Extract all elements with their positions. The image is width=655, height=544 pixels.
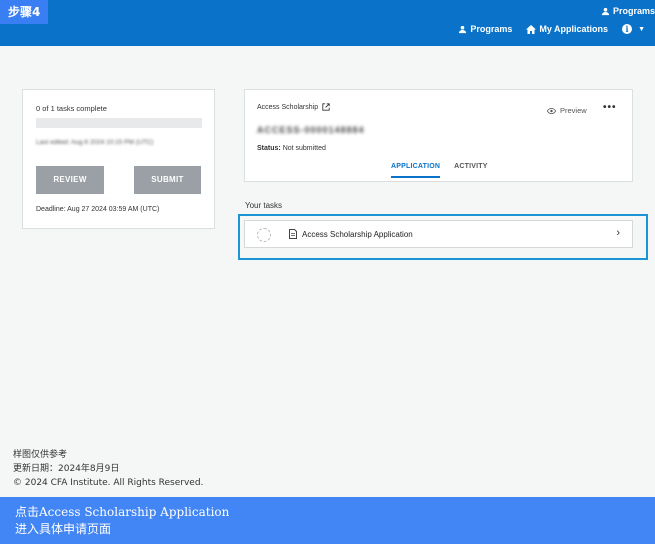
programs-link-cut[interactable]: Programs xyxy=(601,6,655,16)
program-name: Access Scholarship xyxy=(257,103,319,111)
instruction-line-1: 点击Access Scholarship Application xyxy=(15,505,230,519)
nav-programs[interactable]: Programs xyxy=(458,24,512,34)
application-card: Access Scholarship Preview ••• ACCESS-00… xyxy=(244,89,633,182)
deadline-text: Deadline: Aug 27 2024 03:59 AM (UTC) xyxy=(36,206,160,213)
status-value: Not submitted xyxy=(282,145,326,152)
preview-label: Preview xyxy=(560,106,587,115)
nav-my-applications[interactable]: My Applications xyxy=(526,24,608,34)
preview-button[interactable]: Preview xyxy=(547,106,587,115)
your-tasks-heading: Your tasks xyxy=(245,201,283,210)
users-icon xyxy=(459,25,467,33)
footer-update-date: 更新日期：2024年8月9日 xyxy=(13,464,120,474)
last-edited-text: Last edited: Aug 8 2024 10:15 PM (UTC) xyxy=(36,139,154,146)
programs-cut-label: Programs xyxy=(612,6,655,16)
info-icon: i xyxy=(622,24,633,34)
document-icon xyxy=(289,229,297,239)
application-id: ACCESS-0000148884 xyxy=(257,125,365,135)
users-icon xyxy=(601,7,610,15)
home-icon xyxy=(526,24,537,34)
tasks-progress-text: 0 of 1 tasks complete xyxy=(36,104,107,113)
main-nav: Programs My Applications i ▼ xyxy=(458,24,645,34)
tasks-progress-bar xyxy=(36,118,202,128)
chevron-right-icon: › xyxy=(616,227,620,239)
nav-my-applications-label: My Applications xyxy=(539,24,609,34)
footer-note: 样图仅供参考 xyxy=(13,450,68,460)
info-menu[interactable]: i ▼ xyxy=(622,24,645,34)
submit-button[interactable]: SUBMIT xyxy=(134,166,201,194)
task-name: Access Scholarship Application xyxy=(302,230,413,239)
footer-copyright: © 2024 CFA Institute. All Rights Reserve… xyxy=(13,478,204,488)
eye-icon xyxy=(547,107,556,114)
tab-application[interactable]: APPLICATION xyxy=(391,163,441,178)
step-tag: 步骤4 xyxy=(0,0,48,24)
application-summary-card: 0 of 1 tasks complete Last edited: Aug 8… xyxy=(22,89,215,229)
task-row-access-scholarship-application[interactable]: Access Scholarship Application › xyxy=(244,220,633,248)
tab-activity[interactable]: ACTIVITY xyxy=(454,163,488,178)
task-status-circle-icon xyxy=(257,228,271,242)
status-label: Status: xyxy=(257,145,281,152)
status-line: Status: Not submitted xyxy=(257,145,326,152)
caret-down-icon: ▼ xyxy=(638,25,645,33)
external-link-icon xyxy=(322,103,330,111)
nav-programs-label: Programs xyxy=(470,24,513,34)
program-link[interactable]: Access Scholarship xyxy=(257,103,330,111)
review-button[interactable]: REVIEW xyxy=(36,166,104,194)
instruction-banner: 点击Access Scholarship Application 进入具体申请页… xyxy=(0,497,655,544)
application-tabs: APPLICATION ACTIVITY xyxy=(391,163,488,178)
footer: 样图仅供参考 更新日期：2024年8月9日 © 2024 CFA Institu… xyxy=(13,448,203,490)
instruction-line-2: 进入具体申请页面 xyxy=(15,522,112,536)
top-navigation-bar: Programs Programs My Applications i ▼ xyxy=(0,0,655,46)
more-options-icon[interactable]: ••• xyxy=(603,102,617,113)
